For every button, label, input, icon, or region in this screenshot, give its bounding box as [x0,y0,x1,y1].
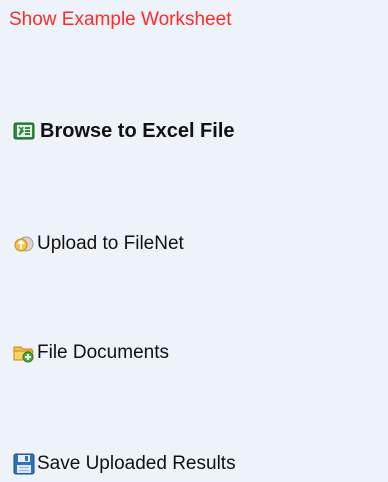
browse-to-excel-file-label: Browse to Excel File [40,120,235,142]
upload-to-filenet-label: Upload to FileNet [37,233,184,254]
excel-icon [13,120,35,142]
save-uploaded-results-label: Save Uploaded Results [37,453,236,474]
save-uploaded-results-button[interactable]: Save Uploaded Results [13,450,236,478]
show-example-worksheet-link[interactable]: Show Example Worksheet [9,8,231,32]
browse-to-excel-file-button[interactable]: Browse to Excel File [13,117,235,145]
task-panel: Show Example Worksheet Browse to Excel F… [0,0,388,482]
save-disk-icon [13,453,35,475]
upload-to-filenet-button[interactable]: Upload to FileNet [13,230,184,258]
file-documents-button[interactable]: File Documents [13,339,169,367]
upload-icon [13,233,35,255]
file-documents-label: File Documents [37,342,169,363]
folder-add-icon [13,342,35,364]
